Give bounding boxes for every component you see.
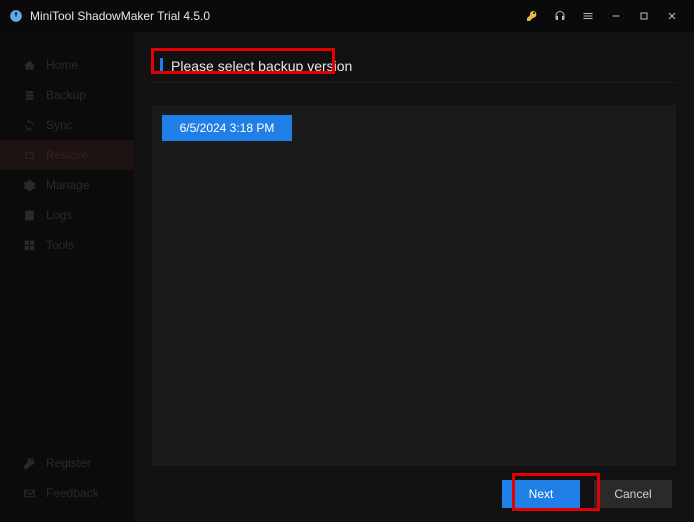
key-icon: [22, 456, 36, 470]
body: Home Backup Sync Restore Manage: [0, 32, 694, 522]
sidebar-item-logs[interactable]: Logs: [0, 200, 134, 230]
titlebar: MiniTool ShadowMaker Trial 4.5.0: [0, 0, 694, 32]
minimize-button[interactable]: [602, 2, 630, 30]
headset-icon[interactable]: [546, 2, 574, 30]
restore-icon: [22, 148, 36, 162]
sidebar-nav: Home Backup Sync Restore Manage: [0, 50, 134, 260]
sidebar-item-restore[interactable]: Restore: [0, 140, 134, 170]
logs-icon: [22, 208, 36, 222]
accent-bar: [160, 58, 163, 74]
sidebar: Home Backup Sync Restore Manage: [0, 32, 134, 522]
cancel-button[interactable]: Cancel: [594, 480, 672, 508]
maximize-button[interactable]: [630, 2, 658, 30]
sidebar-item-manage[interactable]: Manage: [0, 170, 134, 200]
sidebar-item-backup[interactable]: Backup: [0, 80, 134, 110]
mail-icon: [22, 486, 36, 500]
sidebar-item-feedback[interactable]: Feedback: [0, 478, 134, 508]
sidebar-item-label: Manage: [46, 178, 89, 192]
next-button[interactable]: Next: [502, 480, 580, 508]
sidebar-item-label: Sync: [46, 118, 73, 132]
close-button[interactable]: [658, 2, 686, 30]
sidebar-item-sync[interactable]: Sync: [0, 110, 134, 140]
manage-icon: [22, 178, 36, 192]
window: MiniTool ShadowMaker Trial 4.5.0 Home: [0, 0, 694, 522]
version-list: 6/5/2024 3:18 PM: [152, 105, 676, 466]
app-icon: [8, 8, 24, 24]
sync-icon: [22, 118, 36, 132]
sidebar-item-label: Backup: [46, 88, 86, 102]
sidebar-item-label: Restore: [46, 148, 88, 162]
home-icon: [22, 58, 36, 72]
sidebar-item-label: Register: [46, 456, 91, 470]
sidebar-item-label: Tools: [46, 238, 74, 252]
backup-version-item[interactable]: 6/5/2024 3:18 PM: [162, 115, 292, 141]
backup-icon: [22, 88, 36, 102]
main-panel: Please select backup version 6/5/2024 3:…: [134, 32, 694, 522]
content-title: Please select backup version: [171, 58, 352, 74]
sidebar-item-home[interactable]: Home: [0, 50, 134, 80]
key-icon[interactable]: [518, 2, 546, 30]
sidebar-item-label: Home: [46, 58, 78, 72]
footer: Next Cancel: [134, 466, 694, 522]
sidebar-bottom: Register Feedback: [0, 448, 134, 522]
app-title: MiniTool ShadowMaker Trial 4.5.0: [30, 9, 210, 23]
menu-icon[interactable]: [574, 2, 602, 30]
tools-icon: [22, 238, 36, 252]
sidebar-item-label: Logs: [46, 208, 72, 222]
sidebar-item-tools[interactable]: Tools: [0, 230, 134, 260]
content-header: Please select backup version: [152, 50, 676, 83]
sidebar-item-register[interactable]: Register: [0, 448, 134, 478]
sidebar-item-label: Feedback: [46, 486, 99, 500]
